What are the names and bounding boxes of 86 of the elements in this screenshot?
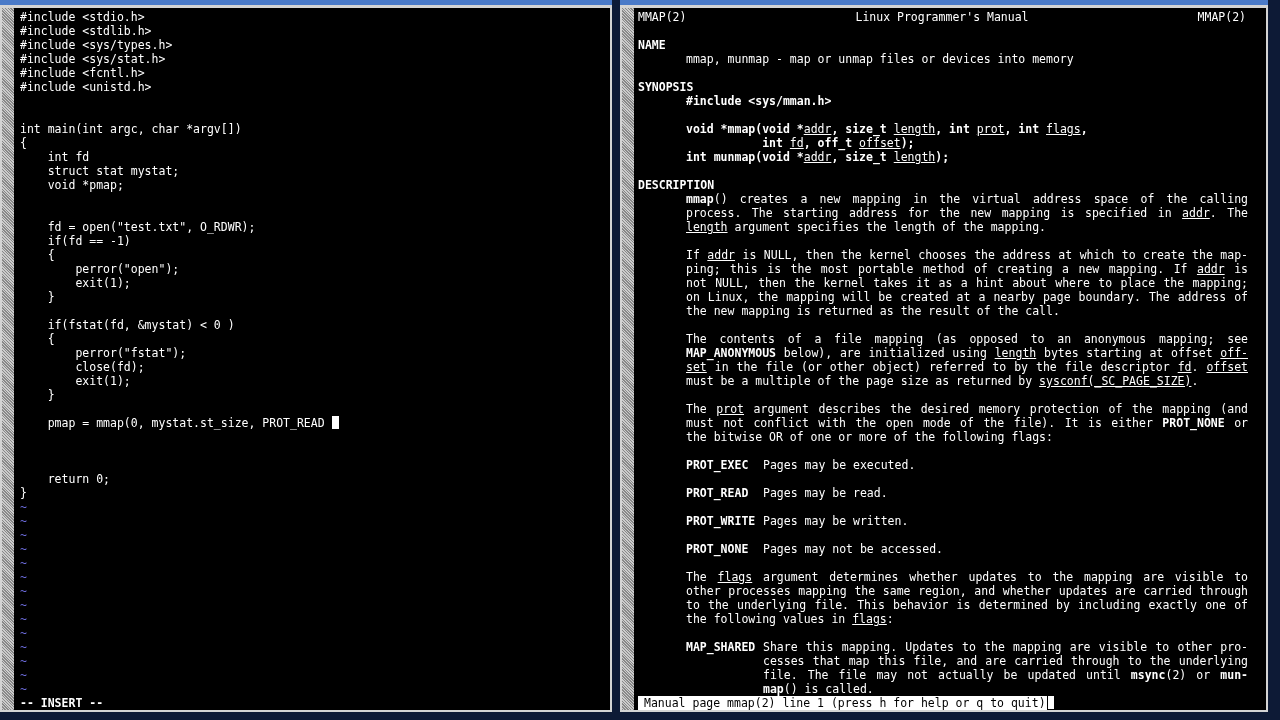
- manual-text-line: set in the file (or other object) referred to by the file descriptor fd. offset: [686, 360, 1248, 374]
- code-line: if(fstat(fd, &mystat) < 0 ): [46, 318, 235, 332]
- code-line: struct stat mystat;: [46, 164, 180, 178]
- manual-text-line: the bitwise OR of one or more of the following flags:: [686, 430, 1054, 444]
- code-line: pmap = mmap(0, mystat.st_size, PROT_READ: [46, 416, 326, 430]
- manual-text-line: MAP_ANONYMOUS below), are initialized using length bytes starting at offset off-: [686, 346, 1248, 360]
- manual-text-line: int fd, off_t offset);: [761, 136, 916, 150]
- tilde-marker: ~: [20, 612, 27, 626]
- mode-indicator: -- INSERT --: [20, 696, 104, 710]
- code-line: perror("fstat");: [74, 346, 187, 360]
- code-line: if(fd == -1): [46, 234, 131, 248]
- tilde-marker: ~: [20, 598, 27, 612]
- manual-text-line: #include <sys/mman.h>: [686, 94, 833, 108]
- manual-text-line: The prot argument describes the desired memory protection of the mapping (and: [686, 402, 1248, 416]
- tilde-marker: ~: [20, 542, 27, 556]
- page-header-right: MMAP(2): [1197, 10, 1246, 24]
- code-line: exit(1);: [74, 374, 131, 388]
- code-line: void *pmap;: [46, 178, 124, 192]
- manual-text-line: mmap, munmap - map or unmap files or devices into memory: [686, 52, 1075, 66]
- manual-text-line: void *mmap(void *addr, size_t length, int prot, int flags,: [686, 122, 1089, 136]
- code-line: #include <sys/types.h>: [20, 38, 173, 52]
- section-heading: DESCRIPTION: [638, 178, 715, 192]
- code-line: int fd: [46, 150, 90, 164]
- code-line: #include <sys/stat.h>: [20, 52, 166, 66]
- flag-name: MAP_SHARED: [686, 640, 757, 654]
- tilde-marker: ~: [20, 570, 27, 584]
- manual-text-line: int munmap(void *addr, size_t length);: [686, 150, 951, 164]
- flag-name: PROT_WRITE: [686, 514, 757, 528]
- code-line: {: [20, 136, 27, 150]
- flag-name: PROT_READ: [686, 486, 750, 500]
- page-header-left: MMAP(2): [638, 10, 687, 24]
- manual-text-line: If addr is NULL, then the kernel chooses the address at which to create the map-: [686, 248, 1248, 262]
- tilde-marker: ~: [20, 626, 27, 640]
- flag-description: Share this mapping. Updates to the mapping are visible to other pro-: [763, 640, 1248, 654]
- flag-description: Pages may not be accessed.: [763, 542, 944, 556]
- tilde-marker: ~: [20, 682, 27, 696]
- code-line: #include <unistd.h>: [20, 80, 152, 94]
- code-line: fd = open("test.txt", O_RDWR);: [46, 220, 256, 234]
- code-line: #include <stdlib.h>: [20, 24, 152, 38]
- tilde-marker: ~: [20, 668, 27, 682]
- manual-text-line: ping; this is the most portable method of creating a new mapping. If addr is: [686, 262, 1248, 276]
- section-heading: SYNOPSIS: [638, 80, 694, 94]
- manual-text-line: to the underlying file. This behavior is determined by including exactly one of: [686, 598, 1248, 612]
- manual-text-line: The flags argument determines whether updates to the mapping are visible to: [686, 570, 1248, 584]
- tilde-marker: ~: [20, 556, 27, 570]
- manual-text-line: the new mapping is returned as the result of the call.: [686, 304, 1061, 318]
- flag-name: PROT_EXEC: [686, 458, 750, 472]
- code-line: {: [46, 248, 55, 262]
- manual-text-line: mmap() creates a new mapping in the virtual address space of the calling: [686, 192, 1248, 206]
- tilde-marker: ~: [20, 584, 27, 598]
- manual-text-line: not NULL, then the kernel takes it as a hint about where to place the mapping;: [686, 276, 1248, 290]
- tilde-marker: ~: [20, 654, 27, 668]
- manual-text-line: length argument specifies the length of the mapping.: [686, 220, 1048, 234]
- code-line: int main(int argc, char *argv[]): [20, 122, 242, 136]
- flag-name: PROT_NONE: [686, 542, 750, 556]
- manual-text-line: map() is called.: [763, 682, 875, 696]
- scrollbar[interactable]: [2, 8, 14, 710]
- manual-text-line: must not conflict with the open mode of the file). It is either PROT_NONE or: [686, 416, 1248, 430]
- code-line: {: [46, 332, 55, 346]
- tilde-marker: ~: [20, 640, 27, 654]
- manual-text-line: must be a multiple of the page size as returned by sysconf(_SC_PAGE_SIZE).: [686, 374, 1200, 388]
- flag-description: Pages may be executed.: [763, 458, 917, 472]
- manual-text-line: process. The starting address for the new mapping is specified in addr. The: [686, 206, 1248, 220]
- code-line: }: [20, 486, 27, 500]
- code-line: #include <stdio.h>: [20, 10, 145, 24]
- tilde-marker: ~: [20, 528, 27, 542]
- code-line: }: [46, 388, 55, 402]
- scrollbar[interactable]: [622, 8, 634, 710]
- page-header-title: Linux Programmer's Manual: [855, 10, 1029, 24]
- manual-text-line: file. The file may not actually be updated until msync(2) or mun-: [763, 668, 1248, 682]
- manual-text-line: the following values in flags:: [686, 612, 895, 626]
- tilde-marker: ~: [20, 500, 27, 514]
- manual-text-line: cesses that map this file, and are carried through to the underlying: [763, 654, 1248, 668]
- code-line: perror("open");: [74, 262, 180, 276]
- section-heading: NAME: [638, 38, 666, 52]
- code-line: return 0;: [46, 472, 110, 486]
- code-line: }: [46, 290, 55, 304]
- manual-text-line: The contents of a file mapping (as opposed to an anonymous mapping; see: [686, 332, 1248, 346]
- flag-description: Pages may be read.: [763, 486, 889, 500]
- code-line: exit(1);: [74, 276, 131, 290]
- manual-text-line: other processes mapping the same region, and whether updates are carried through: [686, 584, 1248, 598]
- manual-text-line: on Linux, the mapping will be created at a nearby page boundary. The address of: [686, 290, 1248, 304]
- tilde-marker: ~: [20, 514, 27, 528]
- code-line: close(fd);: [74, 360, 145, 374]
- flag-description: Pages may be written.: [763, 514, 910, 528]
- code-line: #include <fcntl.h>: [20, 66, 145, 80]
